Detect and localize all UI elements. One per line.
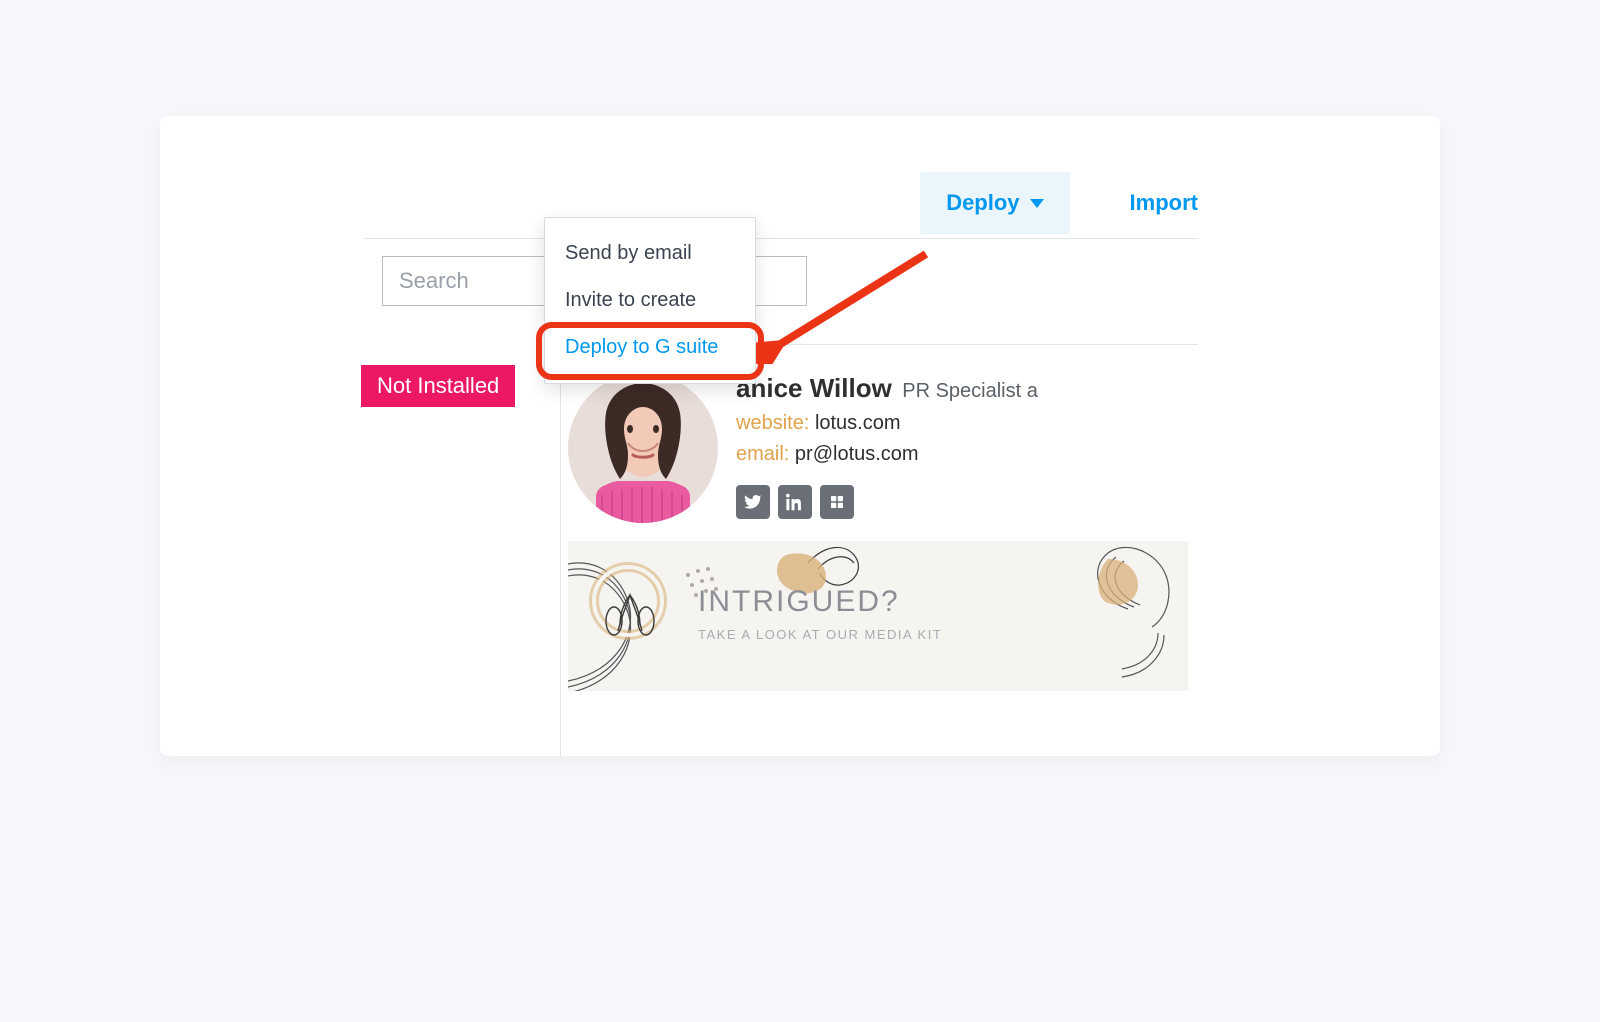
toolbar: Deploy Import: [920, 172, 1198, 234]
signature-name: anice Willow: [736, 373, 892, 403]
chevron-down-icon: [1030, 199, 1044, 208]
header-divider: [363, 238, 1198, 239]
dropdown-item-invite[interactable]: Invite to create: [545, 277, 755, 324]
signature-title: PR Specialist a: [902, 380, 1038, 402]
banner-text: INTRIGUED? TAKE A LOOK AT OUR MEDIA KIT: [698, 585, 942, 642]
banner-title: INTRIGUED?: [698, 585, 942, 619]
dropdown-item-send-email[interactable]: Send by email: [545, 230, 755, 277]
twitter-icon[interactable]: [736, 485, 770, 519]
avatar: [568, 373, 718, 523]
status-badge: Not Installed: [361, 365, 515, 407]
avatar-image: [568, 373, 718, 523]
email-value: pr@lotus.com: [795, 443, 919, 465]
website-label: website:: [736, 412, 809, 434]
social-icons: [736, 485, 854, 519]
import-button[interactable]: Import: [1130, 190, 1198, 216]
website-value: lotus.com: [815, 412, 901, 434]
email-label: email:: [736, 443, 789, 465]
banner-subtitle: TAKE A LOOK AT OUR MEDIA KIT: [698, 627, 942, 642]
banner[interactable]: INTRIGUED? TAKE A LOOK AT OUR MEDIA KIT: [568, 541, 1188, 691]
google-icon[interactable]: [820, 485, 854, 519]
deploy-label: Deploy: [946, 190, 1019, 216]
linkedin-icon[interactable]: [778, 485, 812, 519]
signature-email-line: email: pr@lotus.com: [736, 443, 1198, 466]
app-card: Deploy Import Not Installed: [160, 116, 1440, 756]
signature-website-line: website: lotus.com: [736, 412, 1198, 435]
signature-preview: anice Willow PR Specialist a website: lo…: [560, 344, 1198, 756]
dropdown-item-deploy-gsuite[interactable]: Deploy to G suite: [545, 324, 755, 371]
deploy-button[interactable]: Deploy: [920, 172, 1069, 234]
deploy-dropdown: Send by email Invite to create Deploy to…: [544, 217, 756, 384]
signature-text-block: anice Willow PR Specialist a website: lo…: [736, 373, 1198, 466]
